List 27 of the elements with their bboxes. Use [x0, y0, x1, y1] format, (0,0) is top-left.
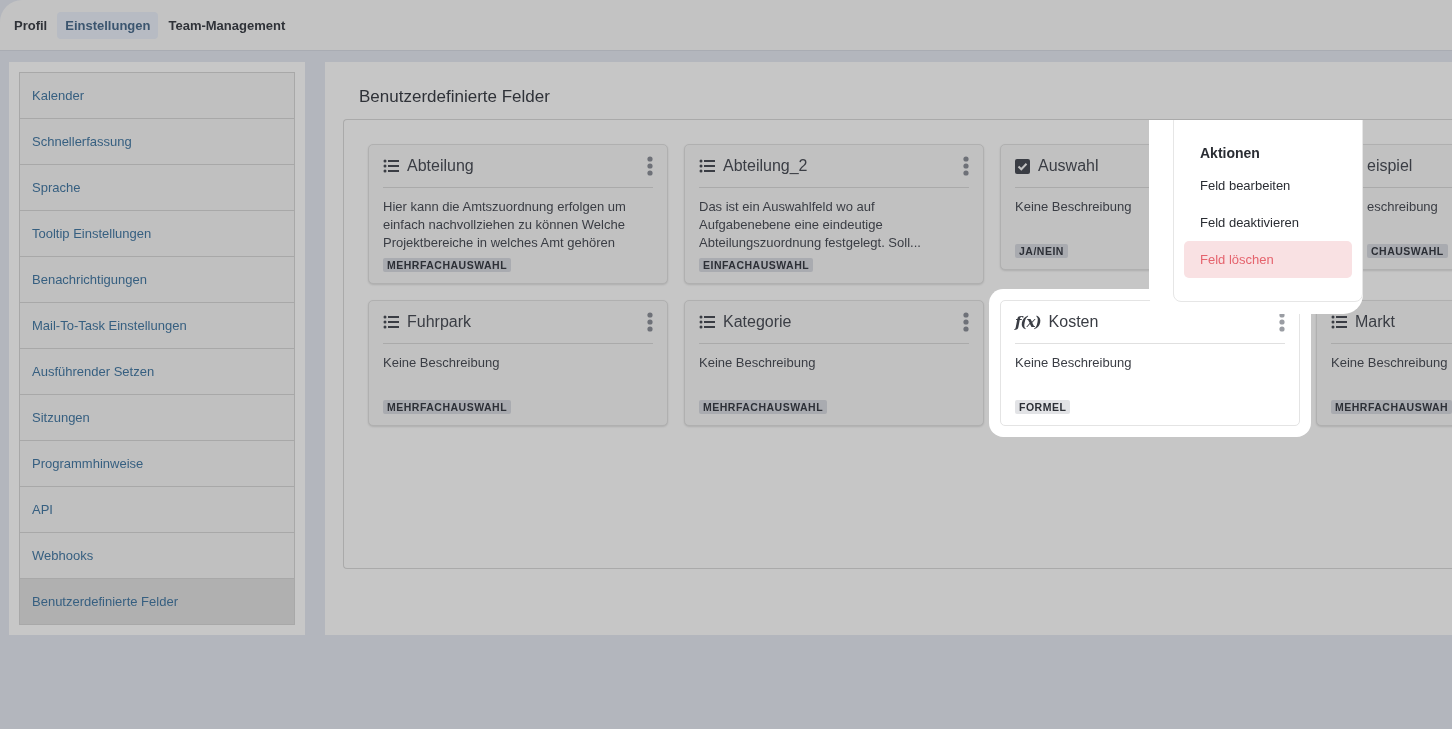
- field-title: eispiel: [1367, 157, 1414, 175]
- field-type-tag: EINFACHAUSWAHL: [699, 258, 814, 272]
- field-title: Markt: [1355, 313, 1396, 331]
- field-type-tag: MEHRFACHAUSWAHL: [699, 400, 828, 414]
- field-title: Kosten: [1048, 313, 1100, 331]
- field-title: Auswahl: [1038, 157, 1100, 175]
- field-description: Keine Beschreibung: [1331, 354, 1448, 372]
- section-title: Benutzerdefinierte Felder: [358, 86, 551, 108]
- field-type-tag: MEHRFACHAUSWAH: [1331, 400, 1452, 414]
- field-title: Fuhrpark: [407, 313, 473, 331]
- field-type-tag: MEHRFACHAUSWAHL: [383, 400, 512, 414]
- field-type-tag: FORMEL: [1015, 400, 1071, 414]
- field-description: Hier kann die Amtszuordnung erfolgen um einfach nachvollziehen zu können Welche Projektbereiche in welches Amt gehören: [383, 198, 627, 252]
- field-type-tag: JA/NEIN: [1015, 244, 1068, 258]
- menu-heading: Aktionen: [1199, 144, 1261, 163]
- field-description: Keine Beschreibung: [383, 354, 500, 372]
- field-description: eschreibung: [1366, 198, 1438, 216]
- field-type-tag: CHAUSWAHL: [1367, 244, 1448, 258]
- field-description: Keine Beschreibung: [1015, 198, 1132, 216]
- field-title: Kategorie: [723, 313, 793, 331]
- field-type-tag: MEHRFACHAUSWAHL: [383, 258, 512, 272]
- field-title: Abteilung_2: [723, 157, 809, 175]
- formula-icon: f(x): [1015, 313, 1041, 331]
- field-title: Abteilung: [407, 157, 475, 175]
- field-description: Keine Beschreibung: [1015, 354, 1132, 372]
- field-description: Das ist ein Auswahlfeld wo auf Aufgabenebene eine eindeutige Abteilungszuordnung festgelegt. Soll...: [699, 198, 922, 252]
- field-description: Keine Beschreibung: [699, 354, 816, 372]
